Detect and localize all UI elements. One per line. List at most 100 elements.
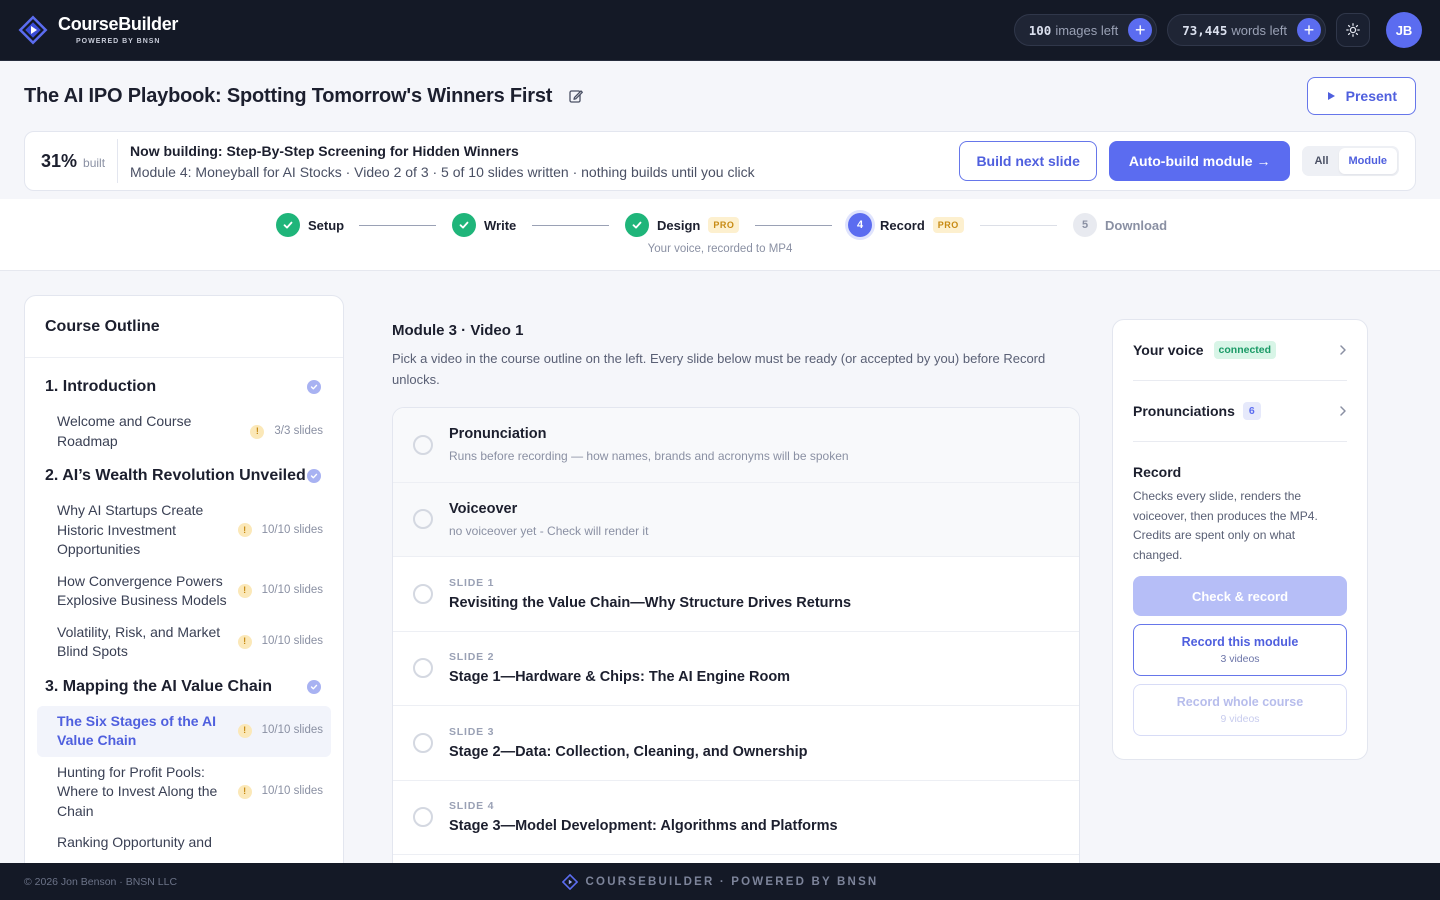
outline-video[interactable]: Hunting for Profit Pools: Where to Inves… xyxy=(37,757,331,828)
outline-module[interactable]: 1. Introduction xyxy=(45,368,331,406)
step-record[interactable]: 4 Record PRO xyxy=(848,213,964,237)
outline-video[interactable]: Welcome and Course Roadmap ! 3/3 slides xyxy=(37,406,331,457)
warning-icon: ! xyxy=(237,724,252,738)
chevron-right-icon xyxy=(1340,345,1346,355)
step-write[interactable]: Write xyxy=(452,213,516,237)
step-caption: Your voice, recorded to MP4 xyxy=(647,243,793,255)
outline-video[interactable]: How Convergence Powers Explosive Busines… xyxy=(37,566,331,617)
sun-icon xyxy=(1346,23,1360,37)
slide-count: 10/10 slides xyxy=(261,523,323,536)
warning-icon: ! xyxy=(237,784,252,799)
logo-icon xyxy=(18,15,48,45)
item-title: Voiceover xyxy=(449,500,518,517)
pronunciations-label: Pronunciations xyxy=(1133,403,1235,419)
step-download[interactable]: 5 Download xyxy=(1073,213,1167,237)
check-and-record-button[interactable]: Check & record xyxy=(1133,576,1347,616)
step-label: Record xyxy=(880,217,925,233)
plus-icon: + xyxy=(1134,20,1146,40)
video-title: Volatility, Risk, and Market Blind Spots xyxy=(57,623,221,660)
footer: © 2026 Jon Benson · BNSN LLC COURSEBUILD… xyxy=(0,863,1440,900)
check-icon xyxy=(625,213,649,237)
record-panel: Your voice connected Pronunciations 6 Re… xyxy=(1112,319,1368,760)
outline-video[interactable]: Why AI Startups Create Historic Investme… xyxy=(37,495,331,566)
button-sublabel: 9 videos xyxy=(1220,713,1260,725)
slide-number: SLIDE 3 xyxy=(449,725,495,738)
check-icon xyxy=(307,679,321,694)
record-module-button[interactable]: Record this module 3 videos xyxy=(1133,624,1347,676)
slide-item[interactable]: SLIDE 4 Stage 3—Model Development: Algor… xyxy=(393,781,1079,855)
video-title: How Convergence Powers Explosive Busines… xyxy=(57,572,227,609)
voice-row[interactable]: Your voice connected xyxy=(1133,320,1347,381)
radio-button[interactable] xyxy=(413,732,433,753)
check-icon xyxy=(276,213,300,237)
add-words-button[interactable]: + xyxy=(1297,18,1321,42)
words-credit-pill: 73,445 words left + xyxy=(1167,14,1326,46)
slide-item[interactable]: SLIDE 1 Revisiting the Value Chain—Why S… xyxy=(393,557,1079,632)
radio-button[interactable] xyxy=(413,658,433,679)
outline-module[interactable]: 2. AI’s Wealth Revolution Unveiled xyxy=(45,457,331,495)
divider xyxy=(117,139,119,183)
scope-toggle: All Module xyxy=(1302,146,1399,176)
button-sublabel: 3 videos xyxy=(1220,653,1260,665)
video-description: Pick a video in the course outline on th… xyxy=(392,351,1046,387)
step-label: Write xyxy=(484,217,517,233)
scope-option-module[interactable]: Module xyxy=(1338,148,1397,174)
progress-stepper: Setup Write Design PRO 4 Record PRO 5 Do… xyxy=(0,199,1440,271)
radio-button[interactable] xyxy=(413,509,433,530)
record-description: Checks every slide, renders the voiceove… xyxy=(1133,489,1318,562)
step-number: 5 xyxy=(1073,213,1097,237)
present-button[interactable]: Present xyxy=(1306,77,1416,115)
step-setup[interactable]: Setup xyxy=(276,213,344,237)
build-next-slide-button[interactable]: Build next slide xyxy=(959,141,1097,181)
video-title-heading: Module 3 · Video 1 xyxy=(392,322,524,339)
slide-title: Stage 2—Data: Collection, Cleaning, and … xyxy=(449,743,808,760)
voiceover-item[interactable]: Voiceover no voiceover yet - Check will … xyxy=(393,482,1079,557)
slide-item[interactable]: SLIDE 3 Stage 2—Data: Collection, Cleani… xyxy=(393,706,1079,781)
pronunciations-row[interactable]: Pronunciations 6 xyxy=(1133,381,1347,442)
video-title: Ranking Opportunity and xyxy=(57,834,212,850)
module-title: 2. AI’s Wealth Revolution Unveiled xyxy=(45,467,306,484)
radio-button[interactable] xyxy=(413,434,433,455)
video-title: Why AI Startups Create Historic Investme… xyxy=(57,502,204,557)
module-title: 3. Mapping the AI Value Chain xyxy=(45,677,272,695)
pro-badge: PRO xyxy=(708,217,740,233)
outline-video-selected[interactable]: The Six Stages of the AI Value Chain ! 1… xyxy=(37,705,331,757)
slide-number: SLIDE 2 xyxy=(449,651,495,664)
outline-video[interactable]: Ranking Opportunity and xyxy=(37,827,331,859)
count-badge: 6 xyxy=(1242,402,1261,420)
slide-count: 10/10 slides xyxy=(261,635,323,648)
button-label: Record whole course xyxy=(1176,695,1304,709)
step-connector xyxy=(532,225,609,226)
video-title: Welcome and Course Roadmap xyxy=(57,413,192,449)
warning-icon: ! xyxy=(237,523,252,538)
outline-video[interactable]: Volatility, Risk, and Market Blind Spots… xyxy=(37,617,331,668)
edit-icon[interactable] xyxy=(568,88,584,104)
theme-toggle-button[interactable] xyxy=(1336,13,1370,47)
add-images-button[interactable]: + xyxy=(1128,18,1153,42)
user-avatar[interactable]: JB xyxy=(1386,12,1422,48)
step-design[interactable]: Design PRO xyxy=(625,213,740,237)
app-logo[interactable]: CourseBuilder POWERED BY BNSN xyxy=(18,15,178,45)
build-subtitle: Module 4: Moneyball for AI Stocks · Vide… xyxy=(130,163,755,180)
radio-button[interactable] xyxy=(413,807,433,828)
video-header: Module 3 · Video 1 Pick a video in the c… xyxy=(392,320,1080,390)
words-label: words left xyxy=(1231,22,1287,38)
pronunciation-item[interactable]: Pronunciation Runs before recording — ho… xyxy=(393,408,1079,483)
slide-item[interactable]: SLIDE 2 Stage 1—Hardware & Chips: The AI… xyxy=(393,632,1079,706)
app-tagline: POWERED BY BNSN xyxy=(76,38,161,45)
top-bar: CourseBuilder POWERED BY BNSN 100 images… xyxy=(0,0,1440,61)
auto-build-module-button[interactable]: Auto-build module → xyxy=(1108,141,1291,181)
record-course-button[interactable]: Record whole course 9 videos xyxy=(1133,684,1347,736)
slide-count: 10/10 slides xyxy=(261,785,323,797)
images-count: 100 xyxy=(1028,22,1052,38)
slide-number: SLIDE 1 xyxy=(449,576,495,589)
slide-number: SLIDE 4 xyxy=(449,800,495,813)
scope-option-all[interactable]: All xyxy=(1304,148,1338,174)
check-icon xyxy=(307,380,321,394)
status-badge: connected xyxy=(1213,341,1277,359)
radio-button[interactable] xyxy=(413,583,433,604)
chevron-right-icon xyxy=(1340,406,1346,416)
step-number: 4 xyxy=(848,213,872,237)
images-credit-pill: 100 images left + xyxy=(1013,14,1158,46)
outline-module[interactable]: 3. Mapping the AI Value Chain xyxy=(45,668,331,706)
